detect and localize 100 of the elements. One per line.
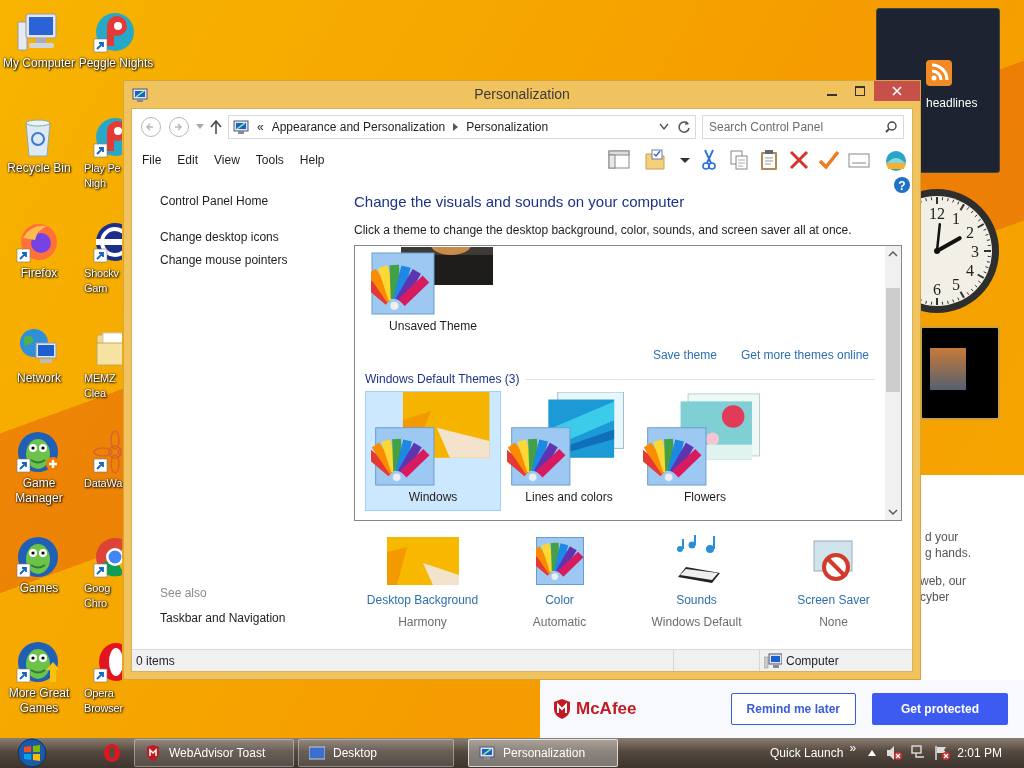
theme-link[interactable]: Get more themes online — [740, 346, 869, 364]
sidebar-link[interactable]: Change desktop icons — [160, 229, 354, 246]
shield-icon — [145, 745, 161, 761]
dropdown-caret-icon[interactable] — [659, 123, 669, 131]
taskbar-button[interactable]: WebAdvisor Toast — [134, 739, 294, 767]
setting-link[interactable]: Desktop Background — [366, 591, 479, 609]
taskbar-button[interactable]: Personalization — [468, 739, 618, 767]
group-heading: Windows Default Themes (3) — [365, 371, 520, 388]
get-protected-button[interactable]: Get protected — [872, 693, 1008, 725]
muted-speaker-icon[interactable] — [886, 745, 903, 761]
setting-value: Windows Default — [651, 614, 742, 631]
close-icon — [892, 86, 902, 96]
toolbar-chevron[interactable]: » — [849, 739, 857, 757]
sidebar-link[interactable]: Taskbar and Navigation — [160, 610, 354, 627]
shield-logo-icon — [552, 699, 572, 719]
setting-link[interactable]: Screen Saver — [797, 591, 870, 609]
clock-numeral: 1 — [952, 210, 960, 228]
shell-globe-icon[interactable] — [884, 149, 906, 171]
fish-mascot-icon[interactable] — [16, 640, 62, 686]
icon-label: My Computer — [3, 56, 75, 71]
page-heading: Change the visuals and sounds on your computer — [354, 193, 686, 211]
menu-item[interactable]: Edit — [169, 149, 207, 171]
status-text: Computer — [786, 652, 839, 670]
theme-tile[interactable]: Lines and colors — [501, 391, 637, 511]
taskbar-button[interactable]: Desktop — [298, 739, 454, 767]
folder-check-icon[interactable] — [644, 149, 666, 171]
popup-text: g hands. — [925, 545, 972, 562]
theme-tile[interactable]: Flowers — [637, 391, 773, 511]
toolbar-label: Quick Launch — [770, 745, 844, 762]
delete-icon[interactable] — [788, 149, 810, 171]
page-description: Click a theme to change the desktop background, color, sounds, and screen saver all at once. — [354, 222, 853, 239]
setting-value: Automatic — [532, 614, 587, 631]
section-label: See also — [160, 585, 208, 602]
icon-label: Recycle Bin — [7, 161, 71, 176]
window-icon — [479, 745, 495, 761]
icon-label: Firefox — [20, 266, 58, 281]
theme-tile[interactable]: Unsaved Theme — [365, 246, 501, 340]
network-icon[interactable] — [910, 745, 927, 761]
check-mark-icon[interactable] — [818, 149, 840, 171]
clock-numeral: 3 — [971, 243, 979, 260]
clock-numeral: 6 — [933, 281, 941, 298]
scrollbar-thumb[interactable] — [886, 288, 900, 392]
wallpaper-thumbnail[interactable] — [386, 537, 459, 585]
sidebar-link[interactable]: Change mouse pointers — [160, 252, 354, 269]
popup-text: web, our — [920, 573, 967, 590]
popup-text: d your — [925, 529, 959, 546]
clock-hands — [934, 222, 962, 254]
layout-pane-icon[interactable] — [608, 149, 630, 171]
theme-tile[interactable]: Windows — [365, 391, 501, 511]
computer-icon — [764, 652, 782, 669]
maximize-icon — [855, 86, 865, 96]
search-icon — [885, 121, 897, 133]
refresh-icon[interactable] — [677, 120, 691, 134]
setting-link[interactable]: Sounds — [676, 591, 717, 609]
breadcrumb-separator-icon — [453, 123, 459, 131]
icon-label: More Great Games — [8, 686, 70, 716]
sidebar-link[interactable]: Control Panel Home — [160, 193, 354, 210]
icon-label: Goog Chro — [84, 581, 111, 611]
icon-label: Play Pe Nigh — [84, 161, 121, 191]
photo-placeholder — [930, 348, 966, 390]
popup-text: cyber — [920, 589, 950, 606]
show-hidden-icons-icon[interactable] — [868, 750, 877, 756]
menu-item[interactable]: Help — [291, 149, 333, 171]
color-swatch-icon[interactable] — [535, 537, 584, 585]
menu-item[interactable]: View — [206, 149, 248, 171]
scroll-down-icon[interactable] — [888, 507, 898, 517]
clock-time[interactable]: 2:01 PM — [957, 744, 1002, 762]
breadcrumb-item[interactable]: Appearance and Personalization — [271, 118, 446, 136]
brand-logo-text: McAfee — [576, 698, 637, 721]
breadcrumb-item[interactable]: Personalization — [466, 118, 549, 136]
icon-label: MEMZ Clea — [84, 371, 116, 401]
menu-item[interactable]: Tools — [247, 149, 292, 171]
icon-label: Shockv Gam — [84, 266, 119, 296]
window-icon — [132, 86, 148, 103]
theme-link[interactable]: Save theme — [652, 346, 717, 364]
clock-numeral: 4 — [965, 262, 974, 279]
clock-numeral: 5 — [952, 275, 960, 293]
up-arrow-icon[interactable] — [210, 120, 222, 134]
icon-label: Game Manager — [15, 476, 63, 506]
clock-numeral: 12 — [929, 205, 945, 222]
search-field[interactable]: Search Control Panel — [702, 115, 904, 139]
rss-feed-icon — [926, 60, 952, 86]
remind-later-button[interactable]: Remind me later — [730, 693, 856, 725]
icon-label: Games — [19, 581, 59, 596]
breadcrumb-overflow[interactable]: « — [257, 118, 264, 136]
menu-item[interactable]: File — [134, 149, 170, 171]
help-icon[interactable]: ? — [894, 177, 910, 193]
clipboard-icon[interactable] — [758, 149, 780, 171]
fish-mascot-icon[interactable] — [16, 430, 62, 476]
flower-icon[interactable] — [93, 430, 122, 476]
status-text: 0 items — [135, 652, 176, 670]
setting-value: Harmony — [398, 614, 447, 631]
clock-numeral: 2 — [965, 224, 974, 241]
icon-label: Peggle Nights — [78, 56, 154, 71]
control-panel-icon — [233, 119, 249, 135]
icon-label: Network — [17, 371, 61, 386]
flag-icon[interactable] — [934, 745, 951, 761]
setting-link[interactable]: Color — [545, 591, 574, 609]
scrollbar[interactable] — [885, 246, 901, 520]
scroll-up-icon[interactable] — [888, 249, 898, 259]
